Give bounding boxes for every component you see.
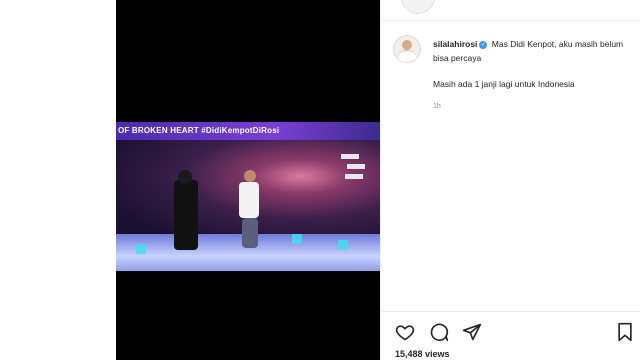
performer-head bbox=[178, 170, 192, 184]
verified-badge-icon: ✓ bbox=[479, 40, 488, 49]
screen-tag bbox=[341, 154, 359, 159]
video-banner-text: OF BROKEN HEART #DidiKempotDiRosi bbox=[116, 122, 380, 140]
action-bar bbox=[395, 322, 635, 344]
host-head bbox=[244, 170, 256, 182]
comment-icon[interactable] bbox=[429, 322, 449, 342]
post-media[interactable]: OF BROKEN HEART #DidiKempotDiRosi bbox=[116, 0, 380, 360]
screen-tag bbox=[347, 164, 365, 169]
host-trousers bbox=[242, 218, 258, 248]
performer-dark-outfit bbox=[174, 180, 198, 250]
views-count[interactable]: 15,488 views bbox=[395, 349, 450, 359]
avatar-body bbox=[398, 50, 416, 62]
stage-light bbox=[136, 244, 146, 254]
divider bbox=[381, 20, 640, 21]
screen-tag bbox=[345, 174, 363, 179]
stage-light bbox=[338, 240, 348, 250]
avatar[interactable] bbox=[393, 35, 421, 63]
stage-light bbox=[292, 234, 302, 244]
header-avatar[interactable] bbox=[401, 0, 435, 14]
share-icon[interactable] bbox=[462, 322, 482, 342]
heart-icon[interactable] bbox=[395, 322, 415, 342]
caption-text-block: silalahirosi ✓ Mas Didi Kenpot, aku masih… bbox=[433, 37, 633, 114]
post-timestamp[interactable]: 1h bbox=[433, 100, 633, 114]
caption-text-line2: Masih ada 1 janji lagi untuk Indonesia bbox=[433, 79, 575, 89]
post-side-panel: silalahirosi ✓ Mas Didi Kenpot, aku masih… bbox=[380, 0, 640, 360]
bookmark-icon[interactable] bbox=[615, 322, 635, 342]
divider bbox=[381, 311, 640, 312]
instagram-post: OF BROKEN HEART #DidiKempotDiRosi silala… bbox=[116, 0, 640, 360]
host-white-jacket bbox=[239, 182, 259, 218]
username-link[interactable]: silalahirosi bbox=[433, 39, 477, 49]
video-player[interactable]: OF BROKEN HEART #DidiKempotDiRosi bbox=[116, 122, 380, 271]
avatar-face bbox=[402, 40, 412, 50]
